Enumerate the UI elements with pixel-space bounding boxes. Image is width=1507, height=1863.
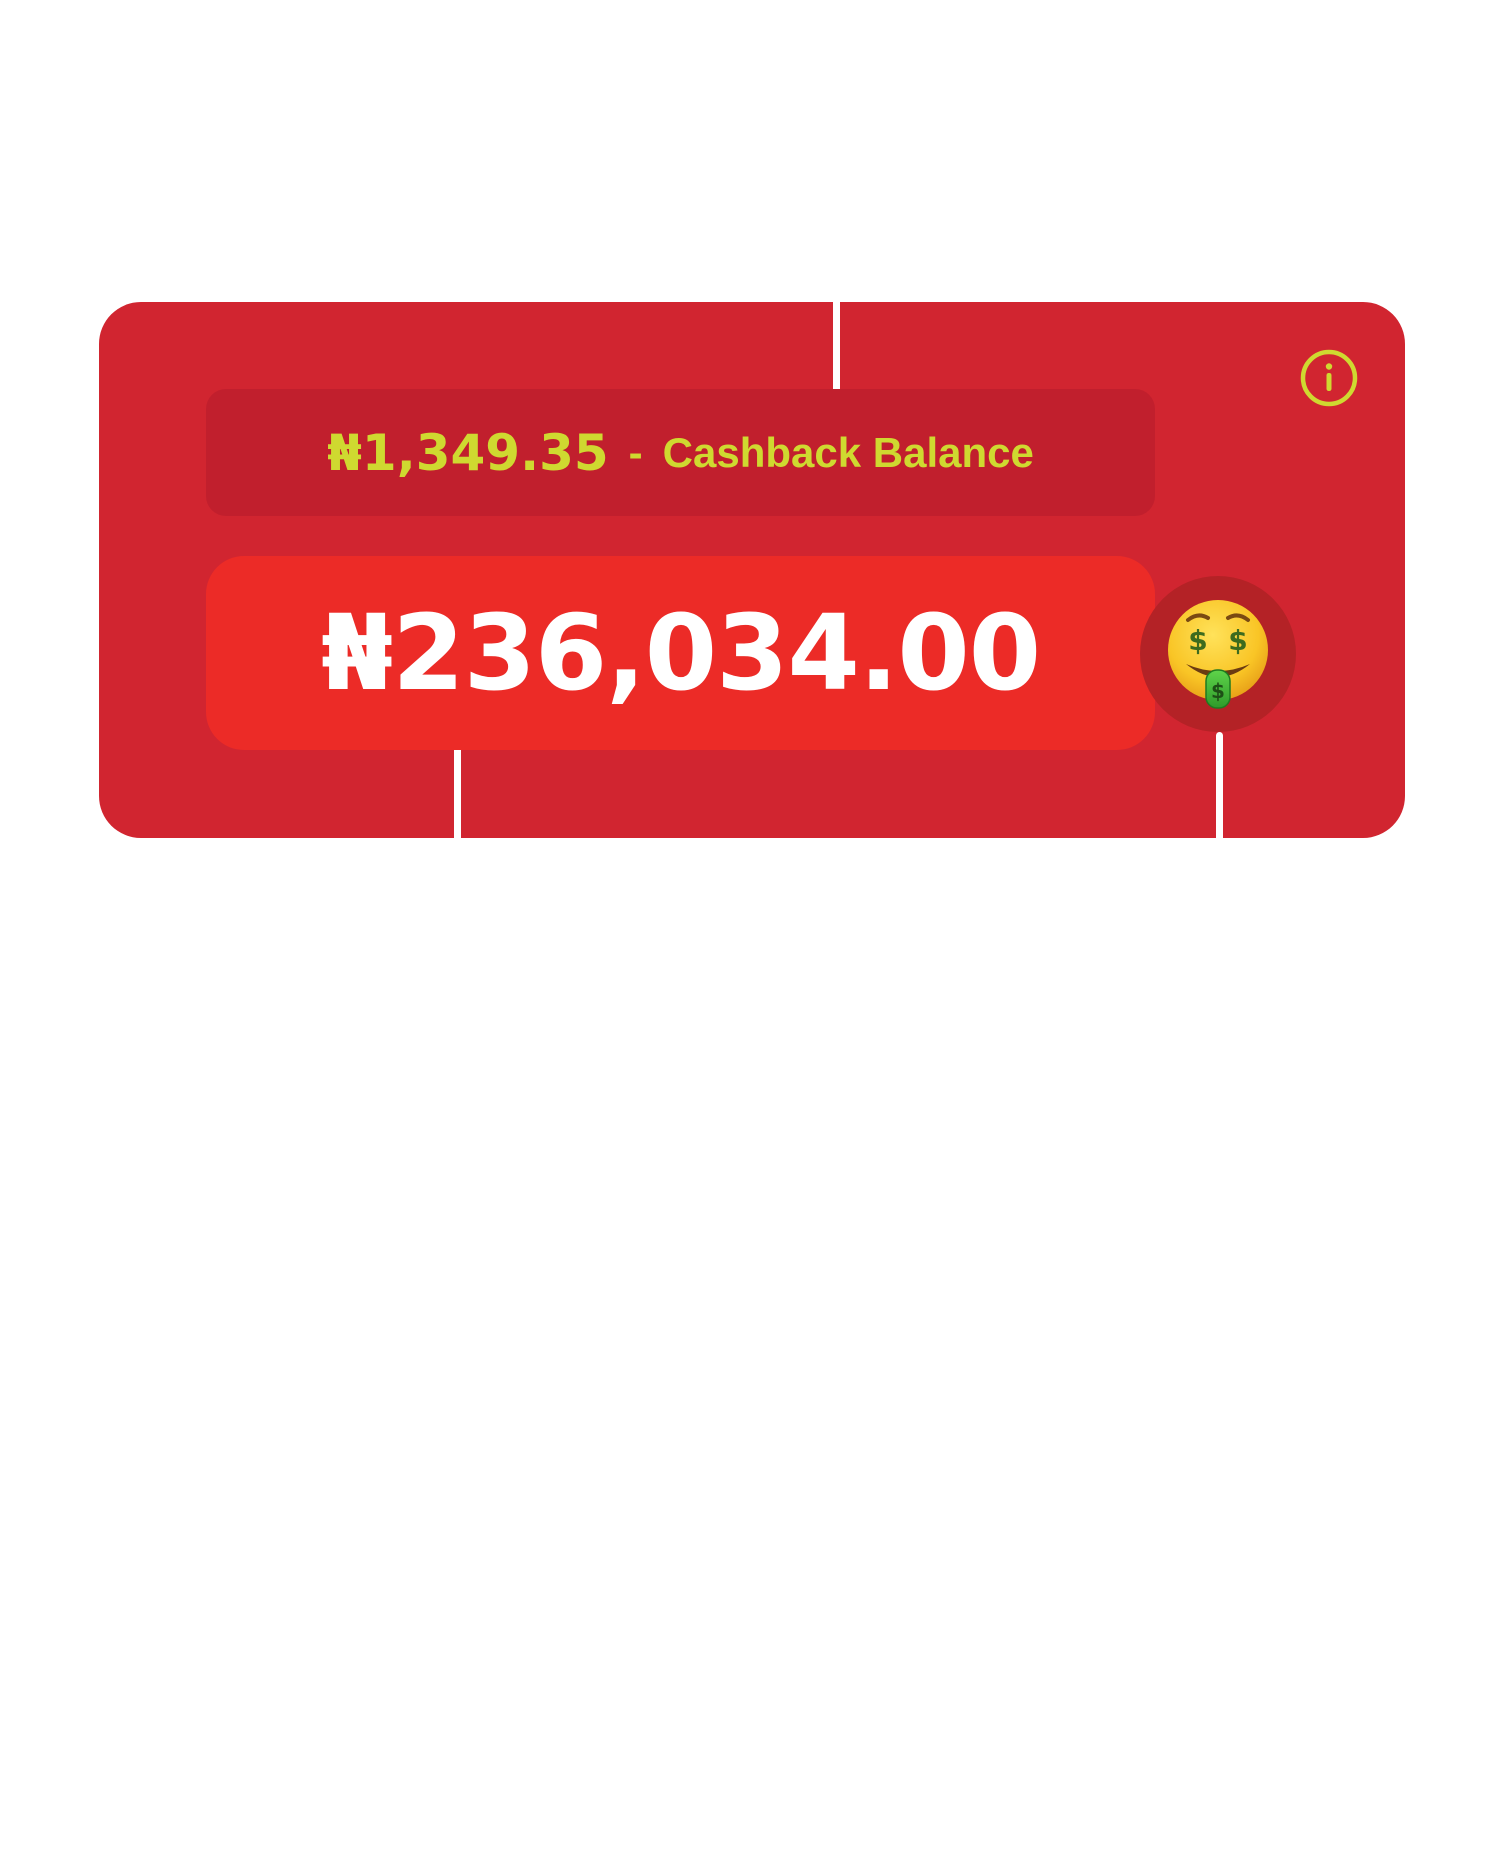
main-balance-pill: ₦236,034.00 — [206, 556, 1155, 750]
cashback-separator: - — [628, 428, 643, 476]
money-mouth-face-icon: $ $ $ — [1168, 600, 1268, 709]
svg-text:$: $ — [1228, 624, 1247, 657]
svg-text:$: $ — [1211, 679, 1225, 703]
balance-card: ₦1,349.35 - Cashback Balance ₦236,034.00 — [99, 302, 1405, 838]
main-balance-amount: ₦236,034.00 — [320, 592, 1041, 714]
info-icon — [1300, 349, 1358, 407]
svg-text:$: $ — [1188, 624, 1207, 657]
cashback-amount: ₦1,349.35 — [327, 423, 609, 482]
connector-line-bottom-right — [1216, 732, 1223, 838]
cashback-label: Cashback Balance — [662, 428, 1034, 476]
info-button[interactable] — [1300, 349, 1358, 407]
money-mouth-badge: $ $ $ — [1140, 576, 1296, 732]
cashback-balance-pill: ₦1,349.35 - Cashback Balance — [206, 389, 1155, 516]
